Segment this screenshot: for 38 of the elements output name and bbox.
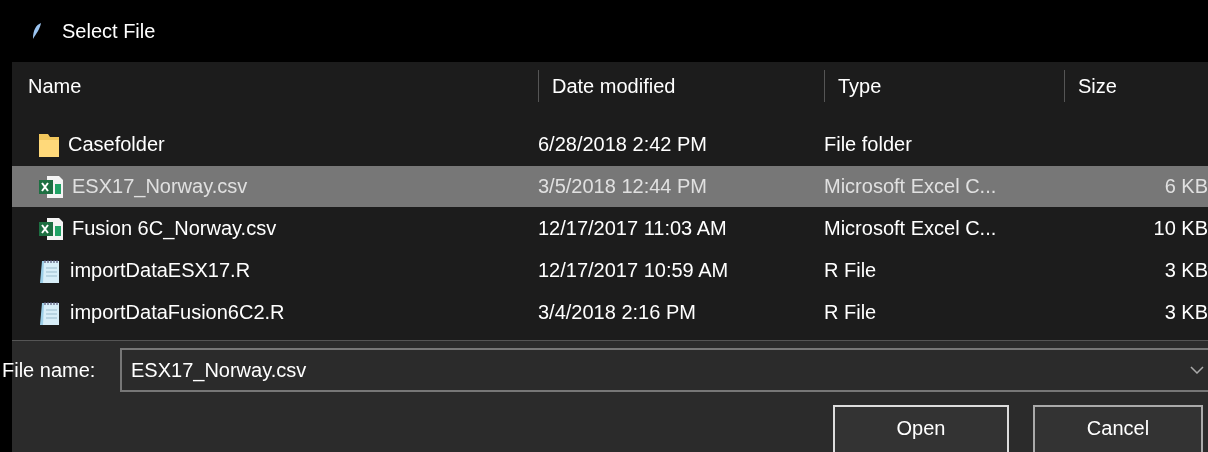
- notepad-file-icon: [38, 257, 62, 284]
- column-header[interactable]: Type: [824, 70, 1064, 102]
- file-size: 10 KB: [1153, 217, 1208, 240]
- file-size: 3 KB: [1164, 301, 1208, 324]
- cancel-button[interactable]: Cancel: [1033, 405, 1203, 452]
- chevron-down-icon[interactable]: [1190, 366, 1204, 374]
- file-type: Microsoft Excel C...: [824, 175, 998, 198]
- file-name[interactable]: Fusion 6C_Norway.csv: [72, 217, 277, 240]
- file-name-field[interactable]: ESX17_Norway.csv: [120, 348, 1208, 392]
- column-header[interactable]: Size: [1064, 70, 1208, 102]
- file-size: 3 KB: [1164, 259, 1208, 282]
- file-name[interactable]: Casefolder: [68, 133, 165, 156]
- window-title: Select File: [62, 19, 156, 43]
- file-name[interactable]: importDataFusion6C2.R: [70, 301, 285, 324]
- date-modified: 6/28/2018 2:42 PM: [538, 133, 708, 156]
- date-modified: 12/17/2017 11:03 AM: [538, 217, 728, 240]
- spreadsheet-file-icon: [38, 174, 64, 199]
- file-type: Microsoft Excel C...: [824, 217, 998, 240]
- notepad-file-icon: [38, 299, 62, 326]
- folder-icon: [38, 131, 60, 158]
- date-modified: 12/17/2017 10:59 AM: [538, 259, 730, 282]
- file-size: 6 KB: [1164, 175, 1208, 198]
- column-header[interactable]: Date modified: [538, 70, 824, 102]
- file-row[interactable]: importDataESX17.R 12/17/2017 10:59 AM R File 3 KB: [12, 250, 1208, 291]
- column-header[interactable]: Name: [12, 74, 538, 98]
- file-row[interactable]: importDataFusion6C2.R 3/4/2018 2:16 PM R File 3 KB: [12, 292, 1208, 333]
- file-type: R File: [824, 301, 878, 324]
- file-row[interactable]: Casefolder 6/28/2018 2:42 PM File folder: [12, 124, 1208, 165]
- open-button[interactable]: Open: [833, 405, 1009, 452]
- field-label: File name:: [2, 358, 97, 382]
- file-type: File folder: [824, 133, 913, 156]
- spreadsheet-file-icon: [38, 216, 64, 241]
- file-name[interactable]: importDataESX17.R: [70, 259, 251, 282]
- quill-icon: [32, 22, 42, 40]
- date-modified: 3/5/2018 12:44 PM: [538, 175, 708, 198]
- file-row[interactable]: Fusion 6C_Norway.csv 12/17/2017 11:03 AM Microsoft Excel C... 10 KB: [12, 208, 1208, 249]
- file-type: R File: [824, 259, 878, 282]
- date-modified: 3/4/2018 2:16 PM: [538, 301, 697, 324]
